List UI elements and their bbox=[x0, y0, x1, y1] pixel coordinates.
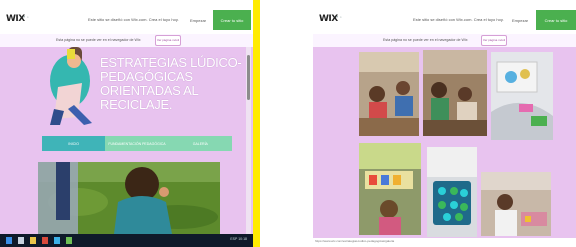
notice-text: Esta página no se puede ver en el navega… bbox=[383, 38, 468, 42]
create-site-label: Crear tu sitio bbox=[544, 17, 568, 23]
gallery-photo[interactable] bbox=[359, 143, 421, 235]
mobile-notice-bar: Esta página no se puede ver en el navega… bbox=[0, 34, 253, 47]
gallery-photo[interactable] bbox=[481, 172, 551, 236]
windows-start-icon[interactable] bbox=[6, 237, 12, 244]
tab-galeria[interactable]: GALERÍA bbox=[168, 136, 232, 151]
tab-label: INICIO bbox=[68, 141, 80, 146]
tab-fundamentacion[interactable]: FUNDAMENTACIÓN PEDAGÓGICA bbox=[105, 136, 169, 151]
create-site-button[interactable]: Crear tu sitio bbox=[536, 10, 576, 30]
scrollbar-thumb[interactable] bbox=[247, 55, 250, 100]
view-mobile-label: Ver página móvil bbox=[156, 37, 180, 42]
notice-text: Esta página no se puede ver en el navega… bbox=[56, 38, 141, 42]
view-mobile-button[interactable]: Ver página móvil bbox=[155, 35, 181, 46]
page-title: ESTRATEGIAS LÚDICO-PEDAGÓGICAS ORIENTADA… bbox=[100, 55, 242, 112]
view-mobile-label: Ver página móvil bbox=[482, 37, 506, 42]
system-tray-clock[interactable]: ESP 10:18 bbox=[230, 237, 247, 241]
left-screenshot: WIX • ◦ Este sitio se diseñó con Wix.com… bbox=[0, 0, 253, 247]
separator-bar bbox=[253, 0, 260, 247]
wix-header: WIX • ◦ Este sitio se diseñó con Wix.com… bbox=[0, 6, 253, 35]
view-mobile-button[interactable]: Ver página móvil bbox=[481, 35, 507, 46]
wix-logo[interactable]: WIX bbox=[6, 14, 25, 24]
create-site-button[interactable]: Crear tu sitio bbox=[213, 10, 251, 30]
tab-label: GALERÍA bbox=[192, 141, 208, 146]
windows-taskbar: ESP 10:18 bbox=[0, 234, 253, 247]
browser-icon[interactable] bbox=[42, 237, 48, 244]
gallery-photo[interactable] bbox=[427, 147, 477, 237]
url-text: https://www.wix.com/estrategias-ludico-p… bbox=[315, 239, 395, 243]
wix-nav-dots-icon: • ◦ bbox=[336, 15, 342, 21]
start-link[interactable]: Empezar bbox=[512, 18, 528, 23]
mobile-notice-bar: Esta página no se puede ver en el navega… bbox=[313, 34, 576, 47]
child-photo-image bbox=[38, 162, 220, 234]
page-scrollbar[interactable] bbox=[246, 47, 251, 235]
child-illustration-image bbox=[50, 47, 92, 125]
tab-label: FUNDAMENTACIÓN PEDAGÓGICA bbox=[108, 141, 166, 146]
url-caption: https://www.wix.com/estrategias-ludico-p… bbox=[313, 238, 576, 247]
wix-logo[interactable]: WIX bbox=[319, 14, 338, 24]
search-icon[interactable] bbox=[18, 237, 24, 244]
wix-nav-dots-icon: • ◦ bbox=[23, 15, 29, 21]
folder-icon[interactable] bbox=[30, 237, 36, 244]
start-link[interactable]: Empezar bbox=[190, 18, 206, 23]
nav-tabs: INICIO FUNDAMENTACIÓN PEDAGÓGICA GALERÍA bbox=[42, 136, 232, 151]
tab-inicio[interactable]: INICIO bbox=[42, 136, 106, 151]
app-icon[interactable] bbox=[54, 237, 60, 244]
gallery-photo[interactable] bbox=[423, 50, 487, 136]
wix-header: WIX • ◦ Este sitio se diseñó con Wix.com… bbox=[313, 6, 576, 35]
gallery-photo[interactable] bbox=[491, 52, 553, 140]
create-site-label: Crear tu sitio bbox=[220, 17, 244, 23]
right-screenshot: WIX • ◦ Este sitio se diseñó con Wix.com… bbox=[313, 0, 576, 247]
app-icon[interactable] bbox=[66, 237, 72, 244]
gallery-photo[interactable] bbox=[359, 52, 419, 136]
wix-promo-message: Este sitio se diseñó con Wix.com. Crea e… bbox=[88, 17, 179, 22]
wix-promo-message: Este sitio se diseñó con Wix.com. Crea e… bbox=[413, 17, 504, 22]
